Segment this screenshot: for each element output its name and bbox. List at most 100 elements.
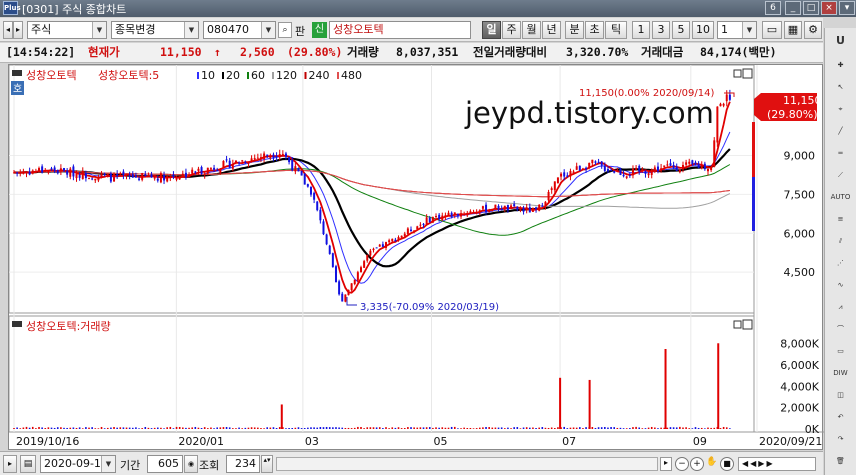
- tool-icon[interactable]: ✚: [828, 54, 853, 76]
- volume-bar: [416, 427, 419, 429]
- box-tool-icon[interactable]: ▭: [828, 340, 853, 362]
- low-annotation: 3,335(-70.09% 2020/03/19): [360, 302, 499, 313]
- zoom-out-icon[interactable]: −: [675, 457, 689, 471]
- candle: [681, 164, 684, 170]
- candle: [556, 177, 559, 184]
- volume-bar: [278, 427, 281, 429]
- window-number-button[interactable]: 6: [765, 1, 781, 15]
- period-minute-button[interactable]: 분: [565, 21, 584, 39]
- volume-bar: [357, 426, 359, 429]
- volume-bar: [241, 428, 244, 429]
- count-stepper[interactable]: ▴▾: [261, 455, 273, 473]
- volume-bar: [28, 427, 31, 429]
- arc-icon[interactable]: ⌒: [828, 318, 853, 340]
- scroll-right-button[interactable]: ▸: [13, 21, 23, 39]
- candle: [366, 255, 369, 261]
- interval-10-button[interactable]: 10: [692, 21, 714, 39]
- fibo-icon[interactable]: ≡: [828, 208, 853, 230]
- redo-icon[interactable]: ↷: [828, 428, 853, 450]
- candle: [535, 207, 538, 210]
- candle: [88, 177, 91, 179]
- period-week-button[interactable]: 주: [502, 21, 521, 39]
- minimize-button[interactable]: _: [785, 1, 801, 15]
- volume-bar: [547, 427, 550, 429]
- period-second-button[interactable]: 초: [585, 21, 604, 39]
- calendar-icon[interactable]: ▤: [20, 455, 36, 473]
- market-select[interactable]: 주식 ▼: [27, 21, 107, 39]
- candle: [610, 169, 613, 171]
- candle: [675, 166, 678, 171]
- code-input[interactable]: 080470 ▼: [203, 21, 276, 39]
- text-tool-icon[interactable]: DIW: [828, 362, 853, 384]
- hline-tool-icon[interactable]: ═: [828, 142, 853, 164]
- wave-icon[interactable]: ∿: [828, 274, 853, 296]
- interval-select[interactable]: 1 ▼: [717, 21, 757, 39]
- volume-tick-label: 8,000K: [780, 338, 819, 351]
- period-year-button[interactable]: 년: [542, 21, 561, 39]
- zoom-in-icon[interactable]: +: [690, 457, 704, 471]
- period-input[interactable]: 605: [147, 455, 183, 473]
- chart-area[interactable]: 4,500 6,000 7,500 9,000 0K 2,000K 4,000K 6,000K…: [8, 64, 824, 450]
- grid-icon[interactable]: ▦: [784, 21, 802, 39]
- current-price: 11,150: [160, 45, 202, 59]
- scroll-prev-icon[interactable]: ▸: [660, 457, 672, 471]
- shape-icon[interactable]: ◫: [828, 384, 853, 406]
- volume-bar: [219, 427, 222, 429]
- gear-icon[interactable]: ⚙: [804, 21, 822, 39]
- panel-menu-icon[interactable]: [12, 70, 22, 76]
- auto-icon[interactable]: AUTO: [828, 186, 853, 208]
- undo-icon[interactable]: ↶: [828, 406, 853, 428]
- refresh-icon[interactable]: ◉: [184, 455, 198, 473]
- maximize-button[interactable]: □: [803, 1, 819, 15]
- volume-bar: [253, 427, 256, 429]
- period-day-button[interactable]: 일: [482, 21, 501, 39]
- period-month-button[interactable]: 월: [522, 21, 541, 39]
- stop-icon[interactable]: ■: [720, 457, 734, 471]
- window-toggle-icon[interactable]: ▭: [762, 21, 782, 39]
- candle: [613, 170, 616, 173]
- lookup-label[interactable]: 조회: [199, 457, 219, 473]
- volume-bar: [613, 427, 616, 429]
- count-input[interactable]: 234: [226, 455, 260, 473]
- period-tick-button[interactable]: 틱: [605, 21, 627, 39]
- scroll-left-button[interactable]: ◂: [3, 21, 13, 39]
- interval-5-button[interactable]: 5: [672, 21, 690, 39]
- legend-ma-label: 480: [341, 69, 362, 82]
- interval-1-button[interactable]: 1: [632, 21, 650, 39]
- crosshair-icon[interactable]: ⌖: [828, 98, 853, 120]
- volume-bar: [510, 428, 512, 429]
- hand-icon[interactable]: ✋: [706, 457, 718, 471]
- trend-tool-icon[interactable]: ⟋: [828, 164, 853, 186]
- line-tool-icon[interactable]: ╱: [828, 120, 853, 142]
- pan-label[interactable]: 판: [295, 23, 305, 39]
- pin-icon[interactable]: ▸: [3, 455, 17, 473]
- cursor-icon[interactable]: ↖: [828, 76, 853, 98]
- trash-icon[interactable]: 🗑: [828, 450, 853, 472]
- search-icon[interactable]: ⌕: [278, 22, 292, 38]
- stock-name-field[interactable]: 성창오토텍: [329, 21, 471, 39]
- volume-bar: [557, 427, 559, 429]
- volume-bar: [157, 427, 159, 429]
- mode-select[interactable]: 종목변경 ▼: [111, 21, 199, 39]
- close-button[interactable]: ×: [821, 1, 837, 15]
- interval-3-button[interactable]: 3: [652, 21, 670, 39]
- volume-tick-label: 4,000K: [780, 380, 819, 393]
- channel-icon[interactable]: ⫽: [828, 230, 853, 252]
- collapse-toolbar-icon[interactable]: U: [828, 30, 853, 52]
- volume-bar: [700, 427, 703, 429]
- date-input[interactable]: 2020-09-14 ▼: [40, 455, 116, 473]
- volume-bar: [375, 427, 378, 429]
- date-value: 2020-09-14: [44, 457, 108, 470]
- zigzag-icon[interactable]: ⩘: [828, 296, 853, 318]
- playback-controls[interactable]: ◀◀▶▶: [738, 457, 816, 471]
- volume-menu-icon[interactable]: [12, 321, 22, 327]
- volume-bar: [485, 426, 487, 429]
- candle: [510, 205, 513, 209]
- candle: [350, 283, 353, 291]
- price-range-marker: [752, 122, 755, 177]
- candle: [519, 208, 522, 211]
- volume-bar: [35, 428, 37, 429]
- scrollbar-track[interactable]: [276, 457, 658, 471]
- fan-icon[interactable]: ⋰: [828, 252, 853, 274]
- extra-button[interactable]: ▾: [839, 1, 855, 15]
